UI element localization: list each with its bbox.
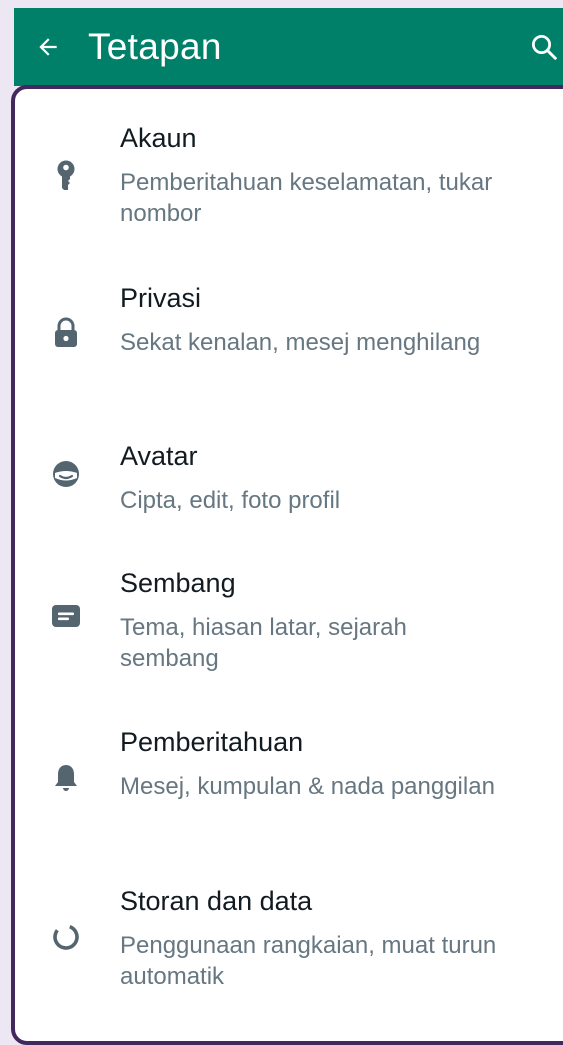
item-title: Sembang	[120, 568, 236, 598]
back-button[interactable]	[22, 8, 74, 86]
search-icon	[532, 35, 557, 60]
settings-item-notifications[interactable]: Pemberitahuan Mesej, kumpulan & nada pan…	[15, 695, 563, 854]
lock-icon	[49, 316, 83, 350]
settings-item-privacy[interactable]: Privasi Sekat kenalan, mesej menghilang	[15, 249, 563, 409]
key-icon	[49, 159, 83, 193]
settings-item-avatar[interactable]: Avatar Cipta, edit, foto profil	[15, 409, 563, 536]
chat-icon	[49, 600, 83, 634]
item-subtitle: Tema, hiasan latar, sejarah sembang	[120, 614, 407, 672]
item-subtitle: Sekat kenalan, mesej menghilang	[120, 329, 481, 356]
settings-item-chats[interactable]: Sembang Tema, hiasan latar, sejarah semb…	[15, 536, 563, 695]
item-title: Pemberitahuan	[120, 727, 304, 757]
settings-list: Akaun Pemberitahuan keselamatan, tukar n…	[11, 85, 563, 1045]
app-bar: Tetapan	[14, 8, 563, 86]
arrow-left-icon	[39, 38, 57, 56]
item-title: Privasi	[120, 283, 202, 313]
item-title: Akaun	[120, 123, 197, 153]
settings-item-account[interactable]: Akaun Pemberitahuan keselamatan, tukar n…	[15, 89, 563, 249]
item-subtitle: Pemberitahuan keselamatan, tukar nombor	[120, 169, 493, 227]
page-title: Tetapan	[88, 26, 222, 67]
item-subtitle: Cipta, edit, foto profil	[120, 487, 341, 514]
item-subtitle: Mesej, kumpulan & nada panggilan	[120, 773, 495, 800]
storage-icon	[49, 920, 83, 954]
bell-icon	[49, 761, 83, 795]
item-subtitle: Penggunaan rangkaian, muat turun automat…	[120, 932, 497, 990]
avatar-icon	[49, 457, 83, 491]
item-title: Storan dan data	[120, 886, 313, 916]
search-button[interactable]	[511, 8, 559, 86]
settings-item-storage[interactable]: Storan dan data Penggunaan rangkaian, mu…	[15, 854, 563, 1014]
item-title: Avatar	[120, 441, 198, 471]
